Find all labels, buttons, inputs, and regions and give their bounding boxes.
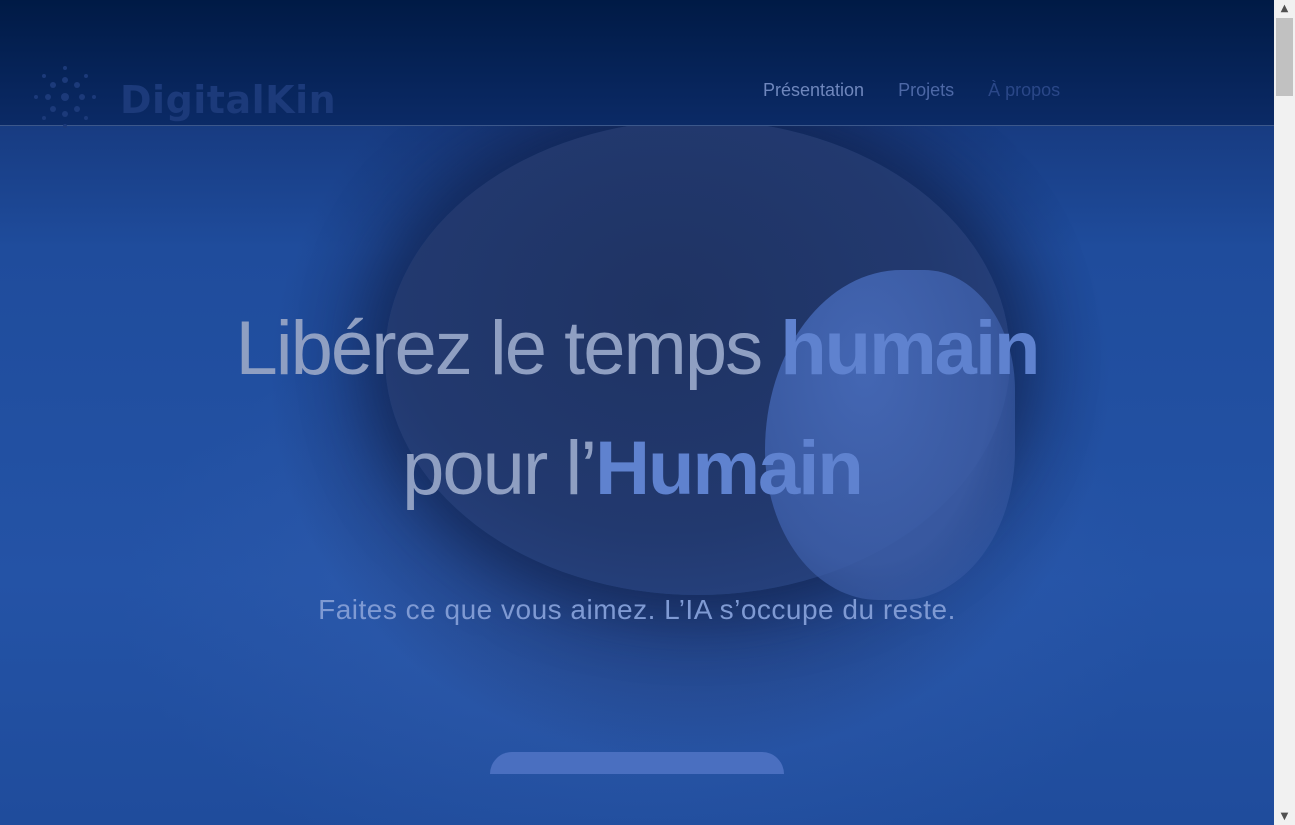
hero-title-line1-bold: humain bbox=[780, 306, 1040, 391]
cta-button[interactable] bbox=[490, 752, 784, 774]
main-nav: Présentation Projets À propos bbox=[763, 80, 1060, 101]
logo-icon[interactable] bbox=[28, 60, 102, 134]
hero-title-line1-light: Libérez le temps bbox=[235, 306, 781, 391]
scroll-down-icon[interactable]: ▼ bbox=[1274, 808, 1295, 825]
scroll-up-icon[interactable]: ▲ bbox=[1274, 0, 1295, 17]
hero-title-line1: Libérez le temps humain bbox=[0, 305, 1274, 392]
brand-name[interactable]: DigitalKin bbox=[120, 78, 336, 122]
hero-title-line2-bold: Humain bbox=[595, 426, 864, 511]
hero-subtitle: Faites ce que vous aimez. L’IA s’occupe … bbox=[318, 594, 956, 625]
page-viewport: DigitalKin Présentation Projets À propos… bbox=[0, 0, 1274, 825]
nav-link-projets[interactable]: Projets bbox=[898, 80, 954, 101]
scrollbar-thumb[interactable] bbox=[1276, 18, 1293, 96]
site-header: DigitalKin Présentation Projets À propos bbox=[0, 0, 1274, 128]
hero-title-line2: pour l’Humain bbox=[0, 425, 1269, 512]
nav-link-presentation[interactable]: Présentation bbox=[763, 80, 864, 101]
hero-title-line2-light: pour l’ bbox=[402, 426, 597, 511]
scrollbar[interactable]: ▲ ▼ bbox=[1274, 0, 1295, 825]
nav-link-a-propos[interactable]: À propos bbox=[988, 80, 1060, 101]
